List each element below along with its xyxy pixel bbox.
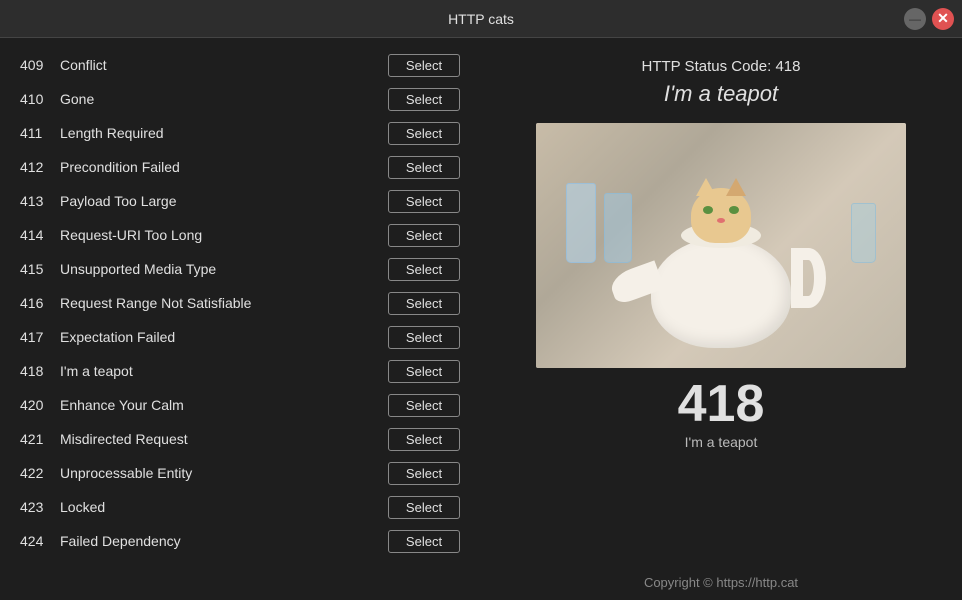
status-code-cell: 415	[20, 261, 60, 277]
teapot-body	[651, 238, 791, 348]
select-button[interactable]: Select	[388, 54, 460, 77]
cat-image	[536, 123, 906, 368]
status-list-panel[interactable]: 409ConflictSelect410GoneSelect411Length …	[0, 38, 480, 600]
status-row: 424Failed DependencySelect	[20, 524, 460, 558]
select-button[interactable]: Select	[388, 190, 460, 213]
status-code-cell: 417	[20, 329, 60, 345]
status-row: 420Enhance Your CalmSelect	[20, 388, 460, 422]
status-name-cell: Locked	[60, 499, 388, 515]
status-code-cell: 423	[20, 499, 60, 515]
status-name-cell: Failed Dependency	[60, 533, 388, 549]
select-button[interactable]: Select	[388, 292, 460, 315]
status-row: 413Payload Too LargeSelect	[20, 184, 460, 218]
status-name-cell: Unsupported Media Type	[60, 261, 388, 277]
status-name-cell: Conflict	[60, 57, 388, 73]
title-bar: HTTP cats — ✕	[0, 0, 962, 38]
teapot-handle	[791, 248, 826, 308]
status-row: 416Request Range Not SatisfiableSelect	[20, 286, 460, 320]
status-name-cell: Payload Too Large	[60, 193, 388, 209]
status-code-cell: 409	[20, 57, 60, 73]
select-button[interactable]: Select	[388, 258, 460, 281]
status-name-cell: Request-URI Too Long	[60, 227, 388, 243]
status-code-cell: 424	[20, 533, 60, 549]
select-button[interactable]: Select	[388, 326, 460, 349]
status-code-cell: 414	[20, 227, 60, 243]
select-button[interactable]: Select	[388, 156, 460, 179]
cat-scene	[536, 123, 906, 368]
status-code-cell: 420	[20, 397, 60, 413]
status-name-large: I'm a teapot	[685, 434, 758, 450]
status-row: 410GoneSelect	[20, 82, 460, 116]
status-name-cell: Precondition Failed	[60, 159, 388, 175]
status-row: 412Precondition FailedSelect	[20, 150, 460, 184]
status-code-header: HTTP Status Code: 418	[642, 58, 801, 75]
status-code-cell: 421	[20, 431, 60, 447]
cat-ear-left	[696, 178, 716, 196]
status-code-cell: 413	[20, 193, 60, 209]
status-row: 409ConflictSelect	[20, 48, 460, 82]
select-button[interactable]: Select	[388, 224, 460, 247]
status-name-cell: Enhance Your Calm	[60, 397, 388, 413]
status-row: 421Misdirected RequestSelect	[20, 422, 460, 456]
select-button[interactable]: Select	[388, 496, 460, 519]
status-row: 418I'm a teapotSelect	[20, 354, 460, 388]
status-row: 414Request-URI Too LongSelect	[20, 218, 460, 252]
select-button[interactable]: Select	[388, 360, 460, 383]
app-title: HTTP cats	[448, 11, 514, 27]
detail-panel: HTTP Status Code: 418 I'm a teapot	[480, 38, 962, 600]
cat-nose	[717, 218, 725, 223]
status-name-cell: Misdirected Request	[60, 431, 388, 447]
select-button[interactable]: Select	[388, 122, 460, 145]
status-row: 415Unsupported Media TypeSelect	[20, 252, 460, 286]
status-code-cell: 410	[20, 91, 60, 107]
copyright-text: Copyright © https://http.cat	[644, 565, 798, 590]
close-button[interactable]: ✕	[932, 8, 954, 30]
status-code-cell: 418	[20, 363, 60, 379]
select-button[interactable]: Select	[388, 428, 460, 451]
minimize-button[interactable]: —	[904, 8, 926, 30]
window-controls: — ✕	[904, 8, 954, 30]
status-name-cell: I'm a teapot	[60, 363, 388, 379]
cat-head	[691, 188, 751, 243]
status-name-cell: Expectation Failed	[60, 329, 388, 345]
status-number-large: 418	[678, 378, 765, 430]
status-code-cell: 411	[20, 125, 60, 141]
cat-eye-right	[729, 206, 739, 214]
status-code-cell: 412	[20, 159, 60, 175]
main-content: 409ConflictSelect410GoneSelect411Length …	[0, 38, 962, 600]
status-code-cell: 416	[20, 295, 60, 311]
select-button[interactable]: Select	[388, 462, 460, 485]
cat-eye-left	[703, 206, 713, 214]
select-button[interactable]: Select	[388, 394, 460, 417]
status-name-cell: Unprocessable Entity	[60, 465, 388, 481]
select-button[interactable]: Select	[388, 88, 460, 111]
status-row: 417Expectation FailedSelect	[20, 320, 460, 354]
status-name-cell: Length Required	[60, 125, 388, 141]
status-name-cell: Request Range Not Satisfiable	[60, 295, 388, 311]
cat-ear-right	[726, 178, 746, 196]
teapot-illustration	[631, 218, 811, 348]
status-row: 423LockedSelect	[20, 490, 460, 524]
status-code-cell: 422	[20, 465, 60, 481]
status-tagline: I'm a teapot	[664, 81, 778, 107]
status-row: 411Length RequiredSelect	[20, 116, 460, 150]
status-row: 422Unprocessable EntitySelect	[20, 456, 460, 490]
status-name-cell: Gone	[60, 91, 388, 107]
select-button[interactable]: Select	[388, 530, 460, 553]
